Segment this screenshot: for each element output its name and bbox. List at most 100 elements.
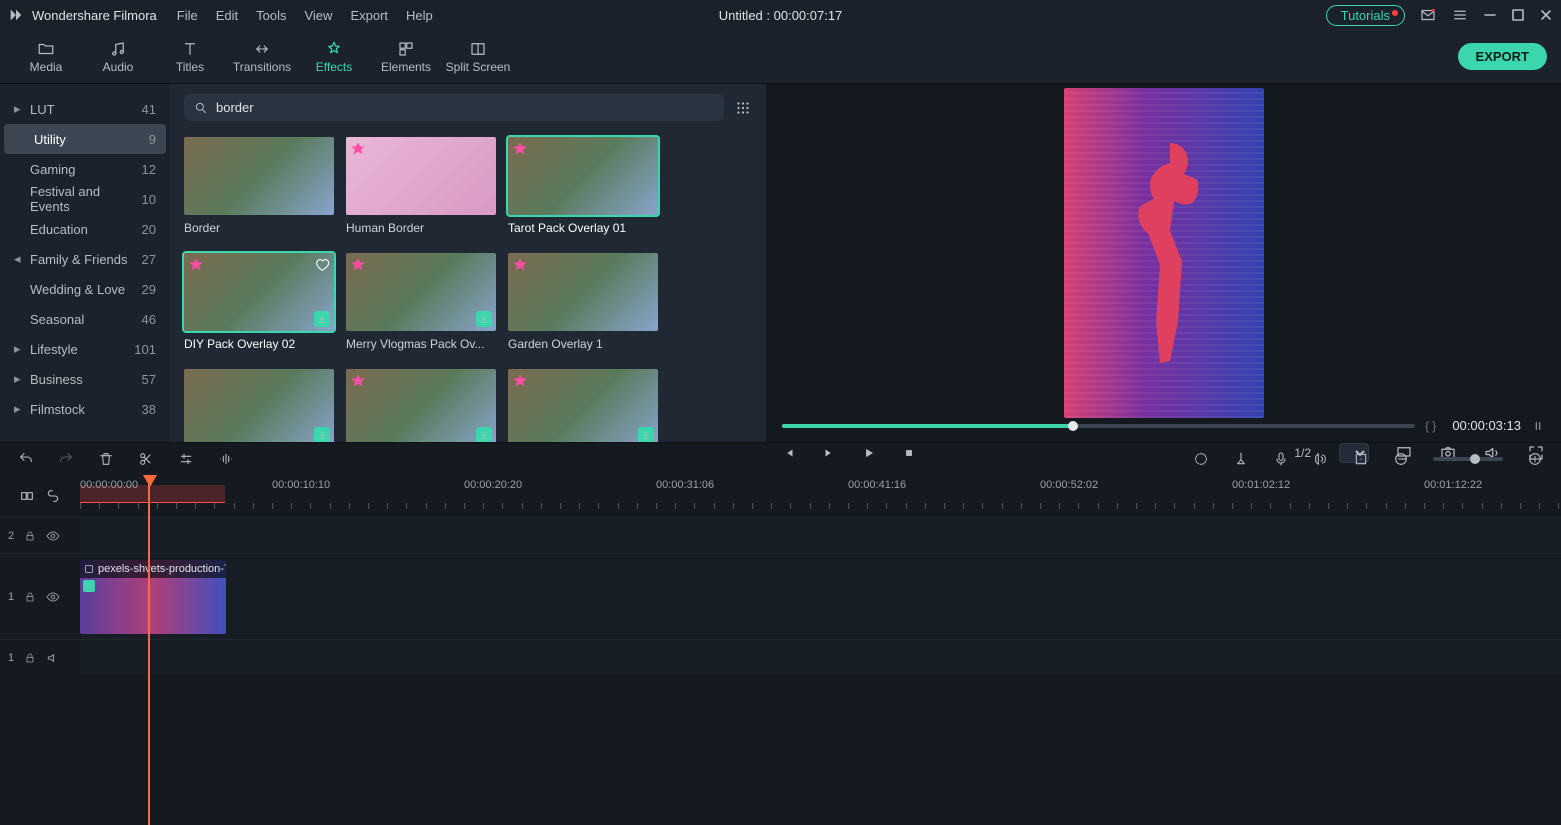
menu-file[interactable]: File bbox=[177, 8, 198, 23]
heart-icon[interactable] bbox=[314, 257, 330, 273]
redo-icon[interactable] bbox=[58, 451, 74, 467]
grid-view-icon[interactable] bbox=[734, 99, 752, 117]
adjust-icon[interactable] bbox=[178, 451, 194, 467]
download-icon[interactable] bbox=[476, 311, 492, 327]
room-elements[interactable]: Elements bbox=[370, 30, 442, 84]
track-lane[interactable] bbox=[80, 518, 1561, 553]
splitscreen-icon bbox=[469, 40, 487, 58]
step-forward-icon[interactable] bbox=[822, 446, 836, 460]
sidebar-item-filmstock[interactable]: ▸Filmstock38 bbox=[0, 394, 170, 424]
step-back-icon[interactable] bbox=[782, 446, 796, 460]
download-icon[interactable] bbox=[314, 427, 330, 442]
undo-icon[interactable] bbox=[18, 451, 34, 467]
effect-thumb[interactable]: Border bbox=[184, 137, 334, 235]
voiceover-icon[interactable] bbox=[1273, 451, 1289, 467]
download-icon[interactable] bbox=[476, 427, 492, 442]
render-icon[interactable] bbox=[1193, 451, 1209, 467]
menu-export[interactable]: Export bbox=[350, 8, 388, 23]
preview-viewer[interactable] bbox=[766, 84, 1561, 418]
track-lane[interactable]: pexels-shvets-production-7 bbox=[80, 554, 1561, 639]
room-media[interactable]: Media bbox=[10, 30, 82, 84]
sidebar-item-label: Filmstock bbox=[30, 402, 142, 417]
premium-icon bbox=[512, 257, 528, 273]
lock-icon[interactable] bbox=[24, 530, 36, 542]
eye-icon[interactable] bbox=[46, 590, 60, 604]
room-splitscreen[interactable]: Split Screen bbox=[442, 30, 514, 84]
lock-icon[interactable] bbox=[24, 652, 36, 664]
sidebar-item-festival[interactable]: Festival and Events10 bbox=[0, 184, 170, 214]
sidebar-item-label: Utility bbox=[34, 132, 149, 147]
room-audio-label: Audio bbox=[103, 60, 134, 74]
music-icon bbox=[109, 40, 127, 58]
effect-thumb[interactable]: Merry Vlogmas Pack Ov... bbox=[346, 253, 496, 351]
room-transitions-label: Transitions bbox=[233, 60, 291, 74]
audio-wave-icon[interactable] bbox=[218, 451, 234, 467]
effect-thumb[interactable] bbox=[508, 369, 658, 442]
download-icon[interactable] bbox=[314, 311, 330, 327]
marker-icon[interactable] bbox=[1233, 451, 1249, 467]
room-transitions[interactable]: Transitions bbox=[226, 30, 298, 84]
scrub-bar[interactable] bbox=[782, 424, 1415, 428]
menu-edit[interactable]: Edit bbox=[216, 8, 238, 23]
sidebar-item-lut[interactable]: ▸LUT41 bbox=[0, 94, 170, 124]
track-lane[interactable] bbox=[80, 640, 1561, 675]
room-titles[interactable]: Titles bbox=[154, 30, 226, 84]
sidebar-item-business[interactable]: ▸Business57 bbox=[0, 364, 170, 394]
stop-icon[interactable] bbox=[902, 446, 916, 460]
menu-help[interactable]: Help bbox=[406, 8, 433, 23]
delete-icon[interactable] bbox=[98, 451, 114, 467]
download-icon[interactable] bbox=[638, 427, 654, 442]
maximize-button[interactable] bbox=[1511, 8, 1525, 22]
pause-small-icon[interactable] bbox=[1531, 419, 1545, 433]
sidebar-item-education[interactable]: Education20 bbox=[0, 214, 170, 244]
sidebar-item-count: 38 bbox=[142, 402, 156, 417]
insert-mode-icon[interactable] bbox=[19, 488, 35, 504]
sidebar-item-family[interactable]: ◂Family & Friends27 bbox=[0, 244, 170, 274]
room-audio[interactable]: Audio bbox=[82, 30, 154, 84]
search-box[interactable] bbox=[184, 94, 724, 121]
close-button[interactable] bbox=[1539, 8, 1553, 22]
effect-thumb[interactable]: Human Border bbox=[346, 137, 496, 235]
app-logo-icon bbox=[8, 7, 24, 23]
export-button[interactable]: EXPORT bbox=[1458, 43, 1547, 70]
room-titles-label: Titles bbox=[176, 60, 204, 74]
sidebar-item-seasonal[interactable]: Seasonal46 bbox=[0, 304, 170, 334]
eye-icon[interactable] bbox=[46, 529, 60, 543]
play-icon[interactable] bbox=[862, 446, 876, 460]
sidebar-item-lifestyle[interactable]: ▸Lifestyle101 bbox=[0, 334, 170, 364]
effect-thumb[interactable]: DIY Pack Overlay 02 bbox=[184, 253, 334, 351]
audio-mixer-icon[interactable] bbox=[1313, 451, 1329, 467]
room-effects[interactable]: Effects bbox=[298, 30, 370, 84]
zoom-in-icon[interactable] bbox=[1527, 451, 1543, 467]
effect-thumb[interactable] bbox=[184, 369, 334, 442]
notification-dot-icon bbox=[1392, 10, 1398, 16]
sidebar-item-label: Gaming bbox=[30, 162, 142, 177]
sidebar-item-utility[interactable]: Utility9 bbox=[4, 124, 166, 154]
mail-icon[interactable] bbox=[1419, 6, 1437, 24]
sidebar-item-gaming[interactable]: Gaming12 bbox=[0, 154, 170, 184]
search-input[interactable] bbox=[216, 100, 714, 115]
premium-icon bbox=[512, 141, 528, 157]
zoom-out-icon[interactable] bbox=[1393, 451, 1409, 467]
tutorials-button[interactable]: Tutorials bbox=[1326, 5, 1405, 26]
zoom-slider[interactable] bbox=[1433, 457, 1503, 461]
menu-tools[interactable]: Tools bbox=[256, 8, 286, 23]
effect-thumb[interactable] bbox=[346, 369, 496, 442]
split-icon[interactable] bbox=[138, 451, 154, 467]
crop-icon[interactable] bbox=[1353, 451, 1369, 467]
timeline-clip[interactable]: pexels-shvets-production-7 bbox=[80, 560, 226, 634]
speaker-icon[interactable] bbox=[46, 651, 60, 665]
link-icon[interactable] bbox=[45, 488, 61, 504]
effect-thumb[interactable]: Garden Overlay 1 bbox=[508, 253, 658, 351]
minimize-button[interactable] bbox=[1483, 8, 1497, 22]
timeline-ruler[interactable]: 00:00:00:0000:00:10:1000:00:20:2000:00:3… bbox=[80, 475, 1561, 517]
list-icon[interactable] bbox=[1451, 6, 1469, 24]
sidebar-item-wedding[interactable]: Wedding & Love29 bbox=[0, 274, 170, 304]
scrub-knob[interactable] bbox=[1068, 421, 1078, 431]
playhead[interactable] bbox=[148, 475, 150, 825]
menu-view[interactable]: View bbox=[304, 8, 332, 23]
sidebar-item-label: Education bbox=[30, 222, 142, 237]
effect-thumb[interactable]: Tarot Pack Overlay 01 bbox=[508, 137, 658, 235]
lock-icon[interactable] bbox=[24, 591, 36, 603]
document-title: Untitled : 00:00:07:17 bbox=[719, 8, 843, 23]
